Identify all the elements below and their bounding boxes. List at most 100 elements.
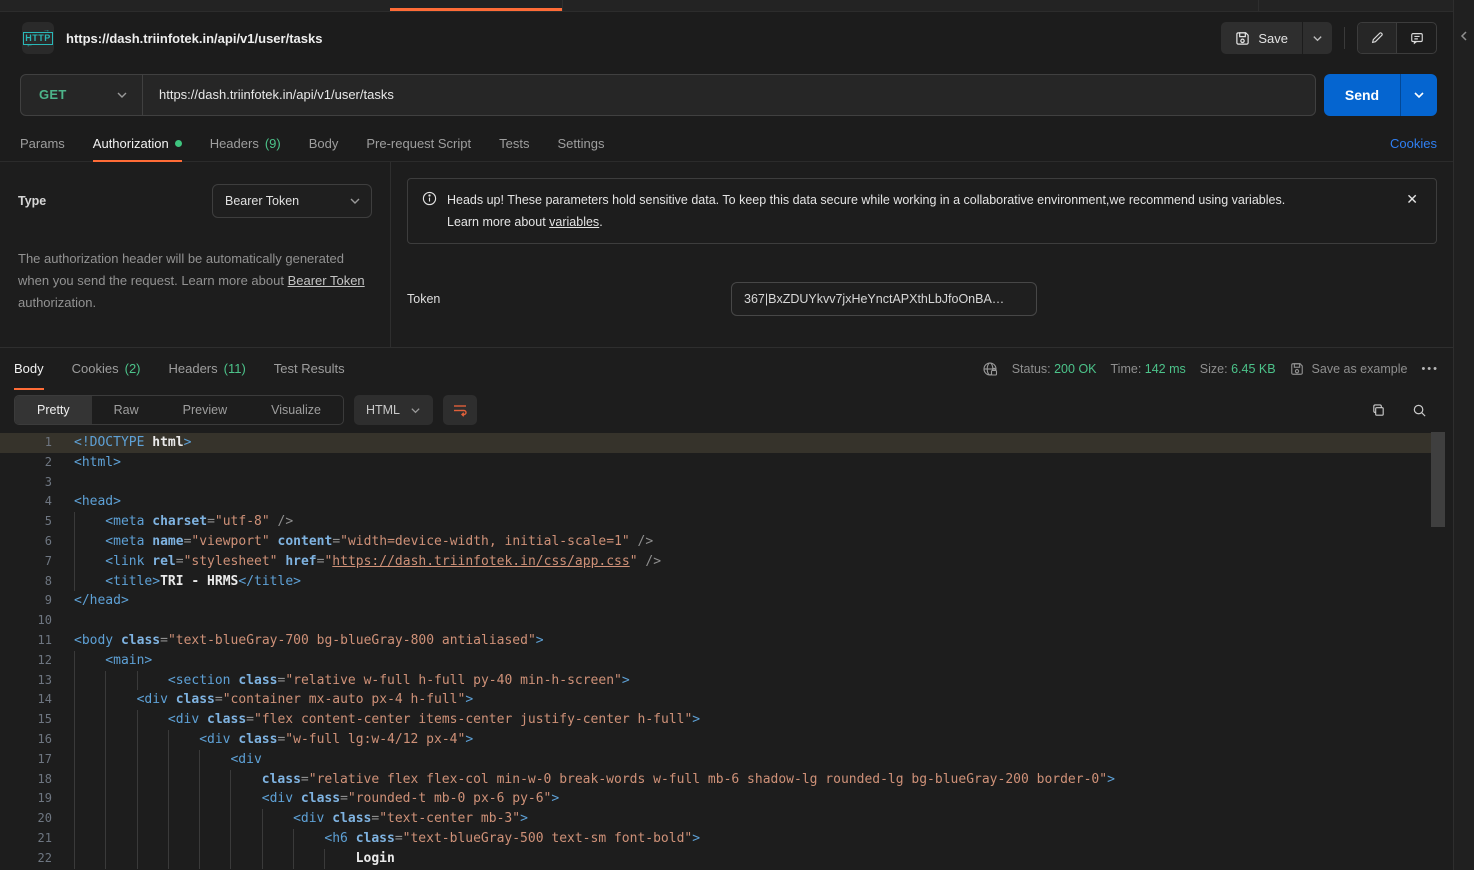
- right-sidebar-rail: [1453, 0, 1474, 870]
- tab-test-results[interactable]: Test Results: [274, 348, 345, 389]
- tab-separator: [562, 0, 563, 11]
- response-section-tabs: Body Cookies (2) Headers (11) Test Resul…: [0, 347, 1453, 389]
- tab-response-body[interactable]: Body: [14, 348, 44, 389]
- indent-guide: [199, 770, 230, 790]
- token-input[interactable]: [731, 282, 1037, 316]
- tab-tests[interactable]: Tests: [499, 125, 529, 161]
- indent-guide: [74, 671, 105, 691]
- code-line: 13<section class="relative w-full h-full…: [0, 671, 1445, 691]
- indent-guide: [137, 829, 168, 849]
- floppy-icon: [1290, 362, 1304, 376]
- send-options-button[interactable]: [1400, 74, 1437, 116]
- cookies-link[interactable]: Cookies: [1390, 136, 1437, 151]
- line-number: 19: [0, 789, 52, 809]
- indent-guide: [168, 829, 199, 849]
- code-line: 8<title>TRI - HRMS</title>: [0, 572, 1445, 592]
- line-number: 21: [0, 829, 52, 849]
- indent-guide: [230, 849, 261, 869]
- editor-scrollbar[interactable]: [1431, 432, 1445, 527]
- edit-comment-group: [1357, 22, 1437, 54]
- code-line: 17<div: [0, 750, 1445, 770]
- tab-authorization[interactable]: Authorization: [93, 125, 182, 161]
- url-input[interactable]: [143, 75, 1315, 115]
- code-line: 2<html>: [0, 453, 1445, 473]
- indent-guide: [105, 809, 136, 829]
- indent-guide: [137, 730, 168, 750]
- edit-button[interactable]: [1358, 23, 1397, 53]
- token-row: Token: [407, 282, 1437, 316]
- tab-pre-request-script[interactable]: Pre-request Script: [366, 125, 471, 161]
- line-number: 1: [0, 433, 52, 453]
- indent-guide: [137, 789, 168, 809]
- bearer-token-link[interactable]: Bearer Token: [288, 273, 365, 288]
- pencil-icon: [1370, 31, 1384, 45]
- size-badge: Size: 6.45 KB: [1200, 362, 1276, 376]
- save-as-example-button[interactable]: Save as example: [1290, 362, 1408, 376]
- tab-body[interactable]: Body: [309, 125, 339, 161]
- variables-link[interactable]: variables: [549, 215, 599, 229]
- tab-response-cookies[interactable]: Cookies (2): [72, 348, 141, 389]
- code-line: 21<h6 class="text-blueGray-500 text-sm f…: [0, 829, 1445, 849]
- wrap-text-icon: [452, 402, 468, 418]
- code-line: 3: [0, 473, 1445, 493]
- view-pretty[interactable]: Pretty: [15, 396, 92, 424]
- send-button-group: Send: [1324, 74, 1437, 116]
- network-icon[interactable]: [982, 361, 998, 377]
- copy-button[interactable]: [1371, 403, 1386, 418]
- auth-type-panel: Type Bearer Token The authorization head…: [0, 162, 391, 347]
- code-line: 18class="relative flex flex-col min-w-0 …: [0, 770, 1445, 790]
- close-icon[interactable]: ✕: [1402, 191, 1422, 233]
- auth-description: The authorization header will be automat…: [18, 248, 372, 314]
- indent-guide: [137, 770, 168, 790]
- tab-response-headers[interactable]: Headers (11): [169, 348, 246, 389]
- tab-params[interactable]: Params: [20, 125, 65, 161]
- indent-guide: [293, 829, 324, 849]
- response-meta: Status: 200 OK Time: 142 ms Size: 6.45 K…: [982, 348, 1439, 389]
- collapse-panel-icon[interactable]: [1458, 30, 1470, 42]
- sensitive-data-banner: Heads up! These parameters hold sensitiv…: [407, 178, 1437, 244]
- indent-guide: [74, 750, 105, 770]
- indent-guide: [137, 849, 168, 869]
- indent-guide: [137, 671, 168, 691]
- code-line: 1<!DOCTYPE html>: [0, 433, 1445, 453]
- indent-guide: [199, 829, 230, 849]
- wrap-text-button[interactable]: [443, 395, 477, 425]
- search-icon: [1412, 403, 1427, 418]
- indent-guide: [105, 750, 136, 770]
- copy-icon: [1371, 403, 1386, 418]
- tab-headers[interactable]: Headers (9): [210, 125, 281, 161]
- comment-button[interactable]: [1397, 23, 1436, 53]
- auth-type-select[interactable]: Bearer Token: [212, 184, 372, 218]
- indent-guide: [168, 730, 199, 750]
- indent-guide: [105, 730, 136, 750]
- request-tabstrip[interactable]: [0, 0, 1453, 12]
- indent-guide: [105, 849, 136, 869]
- format-select[interactable]: HTML: [354, 395, 433, 425]
- save-options-button[interactable]: [1302, 22, 1332, 54]
- chevron-down-icon: [1413, 89, 1425, 101]
- view-visualize[interactable]: Visualize: [249, 396, 343, 424]
- response-body-toolbar: Pretty Raw Preview Visualize HTML: [0, 389, 1453, 431]
- line-number: 8: [0, 572, 52, 592]
- code-line: 12<main>: [0, 651, 1445, 671]
- line-number: 12: [0, 651, 52, 671]
- code-editor[interactable]: 1<!DOCTYPE html>2<html>34<head>5<meta ch…: [0, 431, 1453, 870]
- code-line: 7<link rel="stylesheet" href="https://da…: [0, 552, 1445, 572]
- send-button[interactable]: Send: [1324, 74, 1400, 116]
- search-button[interactable]: [1412, 403, 1427, 418]
- chevron-down-icon: [116, 89, 128, 101]
- method-select[interactable]: GET: [21, 75, 143, 115]
- line-number: 20: [0, 809, 52, 829]
- comment-icon: [1410, 31, 1424, 45]
- type-label: Type: [18, 194, 46, 208]
- indent-guide: [74, 552, 105, 572]
- chevron-down-icon: [1312, 33, 1323, 44]
- tab-settings[interactable]: Settings: [557, 125, 604, 161]
- save-button[interactable]: Save: [1221, 22, 1302, 54]
- active-tab-indicator: [390, 8, 562, 11]
- more-options-button[interactable]: •••: [1421, 363, 1439, 375]
- request-header: → HTTP ← https://dash.triinfotek.in/api/…: [0, 12, 1453, 64]
- indent-guide: [168, 789, 199, 809]
- view-raw[interactable]: Raw: [92, 396, 161, 424]
- view-preview[interactable]: Preview: [161, 396, 249, 424]
